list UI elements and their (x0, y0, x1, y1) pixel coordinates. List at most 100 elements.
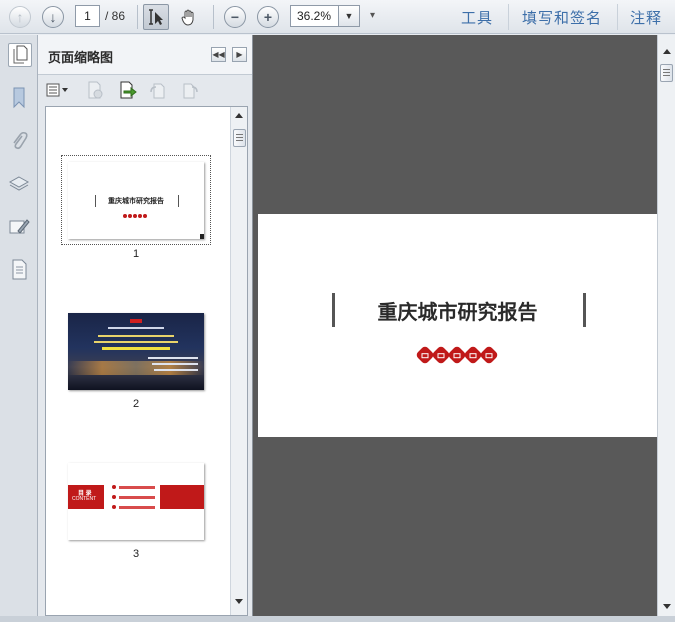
red-badge-icon (479, 345, 499, 365)
hand-tool-button[interactable] (176, 4, 202, 30)
thumbnail-text-line (154, 369, 198, 371)
divider (617, 4, 618, 30)
comment-link[interactable]: 注释 (630, 7, 662, 28)
panel-title: 页面缩略图 (48, 50, 114, 65)
thumbnail-red-band (160, 485, 204, 509)
thumbnail-bullet (112, 495, 116, 499)
page-total: / 86 (105, 9, 126, 23)
thumbnail-label: 3 (132, 548, 140, 560)
thumbnail-text-line (148, 357, 198, 359)
rotate-left-icon (150, 83, 165, 99)
tools-link[interactable]: 工具 (461, 7, 493, 28)
minus-icon: − (224, 6, 246, 28)
delete-pages-button[interactable] (85, 80, 105, 100)
layers-nav-button[interactable] (7, 172, 31, 196)
thumbnail-bullet (112, 505, 116, 509)
thumbnail-label: 2 (132, 398, 140, 410)
layers-icon (8, 176, 30, 191)
thumbnail-corner-handle[interactable] (200, 234, 204, 239)
attachments-nav-button[interactable] (7, 129, 31, 153)
thumbnail-list[interactable]: 重庆城市研究报告 1 2 目 录 CONTENT 3 (45, 106, 248, 616)
thumbnail-page-1[interactable]: 重庆城市研究报告 (68, 162, 204, 239)
double-chevron-left-icon: ◀◀ (212, 50, 225, 59)
arrow-down-icon: ↓ (42, 6, 64, 28)
main-toolbar: ↑ ↓ 1 / 86 − + 36.2% ▼ ▾ 工具 填写和签名 注释 (0, 0, 675, 34)
navigation-rail (0, 35, 38, 622)
menu-arrow-icon: ▾ (370, 10, 376, 21)
divider (213, 5, 214, 29)
thumbnail-bullet (112, 485, 116, 489)
rotate-counterclockwise-button[interactable] (148, 80, 168, 100)
hand-icon (181, 9, 194, 26)
zoom-level-input[interactable]: 36.2% (290, 5, 338, 27)
document-page: 重庆城市研究报告 (258, 214, 657, 437)
thumbnail-title: 重庆城市研究报告 (108, 198, 164, 205)
thumbnail-label: 1 (132, 248, 140, 260)
thumbnail-text-line (108, 327, 164, 329)
zoom-dropdown-button[interactable]: ▼ (338, 5, 360, 27)
river-graphic (68, 375, 204, 390)
thumbnails-panel: 页面缩略图 ◀◀ ▶ 重庆城市研究报告 1 2 目 录 CONTENT 3 (38, 35, 252, 622)
zoom-out-button[interactable]: − (222, 4, 248, 30)
toolbar-menu-button[interactable]: ▾ (370, 10, 375, 21)
title-bar-right (583, 293, 586, 327)
panel-options-button[interactable]: ▶ (232, 47, 247, 62)
previous-page-button[interactable]: ↑ (7, 4, 33, 30)
document-scrollbar[interactable] (657, 35, 675, 622)
document-icon (12, 259, 27, 280)
bookmarks-nav-button[interactable] (7, 86, 31, 110)
insert-pages-button[interactable] (117, 80, 137, 100)
scrollbar-thumb[interactable] (660, 64, 673, 82)
paperclip-icon (13, 131, 28, 150)
chevron-right-icon: ▶ (236, 50, 243, 59)
fill-sign-link[interactable]: 填写和签名 (522, 7, 602, 28)
thumbnail-text-line (152, 363, 198, 365)
panel-header: 页面缩略图 ◀◀ ▶ (38, 35, 252, 75)
bookmark-icon (13, 87, 25, 109)
insert-page-icon (120, 81, 137, 99)
signature-pen-icon (9, 219, 30, 234)
arrow-up-icon: ↑ (9, 6, 31, 28)
document-view[interactable]: 重庆城市研究报告 (253, 35, 657, 622)
thumbnail-options-button[interactable] (45, 80, 73, 100)
chevron-down-icon: ▼ (344, 11, 354, 21)
thumbnail-text-line (119, 496, 155, 499)
panel-toolbar (38, 76, 252, 104)
divider (508, 4, 509, 30)
thumbnail-scrollbar[interactable] (230, 107, 247, 615)
rotate-clockwise-button[interactable] (180, 80, 200, 100)
collapse-panel-button[interactable]: ◀◀ (211, 47, 226, 62)
thumbnail-red-tag (130, 319, 142, 323)
page-number-input[interactable]: 1 (75, 5, 100, 27)
thumbnail-page-2[interactable] (68, 313, 204, 390)
title-icons (415, 345, 499, 365)
thumbnail-text-line (119, 486, 155, 489)
status-strip (0, 616, 675, 622)
thumbnail-pages-icon (6, 42, 30, 68)
zoom-in-button[interactable]: + (255, 4, 281, 30)
thumbnail-text-line (94, 341, 178, 343)
scroll-up-icon[interactable] (663, 49, 671, 54)
divider (137, 5, 138, 29)
signatures-nav-button[interactable] (7, 215, 31, 239)
thumbnail-text-line (119, 506, 155, 509)
select-tool-button[interactable] (143, 4, 169, 30)
content-nav-button[interactable] (7, 258, 31, 282)
rotate-right-icon (183, 83, 198, 99)
thumbnail-icons (123, 214, 147, 218)
delete-page-icon (88, 81, 103, 99)
options-menu-icon (46, 83, 68, 97)
scrollbar-thumb[interactable] (233, 129, 246, 147)
thumbnail-text-line (98, 335, 174, 337)
scroll-down-icon[interactable] (235, 599, 243, 604)
scroll-up-icon[interactable] (235, 113, 243, 118)
document-title: 重庆城市研究报告 (377, 302, 538, 324)
thumbnail-page-3[interactable]: 目 录 CONTENT (68, 463, 204, 540)
thumbnail-contents-block: 目 录 CONTENT (68, 485, 104, 509)
plus-icon: + (257, 6, 279, 28)
thumbnail-text-line (102, 347, 170, 350)
text-cursor-icon (149, 9, 163, 25)
scroll-down-icon[interactable] (663, 604, 671, 609)
next-page-button[interactable]: ↓ (40, 4, 66, 30)
thumbnail-contents-subheading: CONTENT (72, 496, 97, 502)
